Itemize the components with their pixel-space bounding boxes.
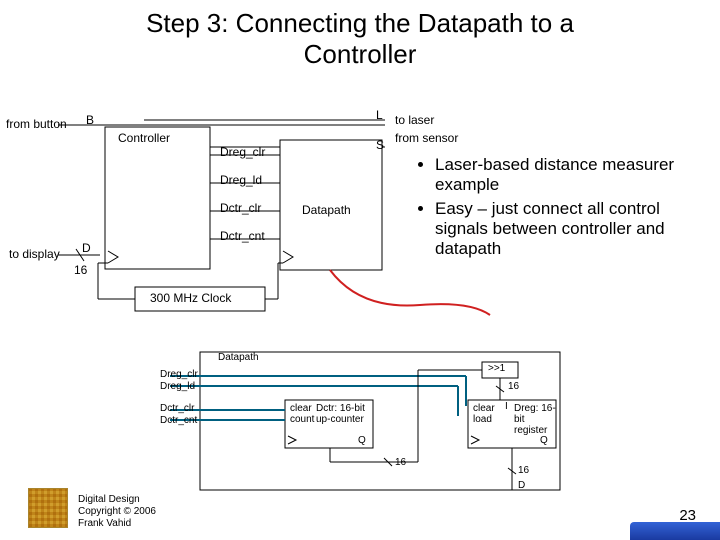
- label-datapath-bottom: Datapath: [218, 352, 259, 363]
- label-b-dreg-clr: Dreg_clr: [160, 369, 198, 380]
- label-dreg-ld: Dreg_ld: [220, 173, 262, 187]
- label-dreg-box: Dreg: 16-bit register: [514, 403, 558, 436]
- label-bus16-shifter: 16: [508, 381, 519, 392]
- credit-l1: Digital Design: [78, 494, 140, 505]
- footer-credit: Digital Design Copyright © 2006 Frank Va…: [78, 494, 156, 530]
- diagram-stage: from button B Controller Datapath Dreg_c…: [0, 105, 720, 540]
- label-to-laser: to laser: [395, 113, 434, 127]
- bullet-1: Laser-based distance measurer example: [435, 155, 705, 195]
- label-dctr-clr: Dctr_clr: [220, 201, 261, 215]
- label-bus16-top: 16: [74, 263, 87, 277]
- label-b-dreg-ld: Dreg_ld: [160, 381, 195, 392]
- decoration-bar: [630, 522, 720, 540]
- label-b-dctr-cnt: Dctr_cnt: [160, 415, 197, 426]
- label-bus16-mid: 16: [395, 457, 406, 468]
- label-b-dctr-clr: Dctr_clr: [160, 403, 194, 414]
- title-line1: Step 3: Connecting the Datapath to a: [146, 8, 574, 38]
- label-dreg-clr: Dreg_clr: [220, 145, 265, 159]
- bullet-list: Laser-based distance measurer example Ea…: [395, 155, 705, 263]
- label-shift: >>1: [488, 363, 505, 374]
- label-from-button: from button: [6, 117, 67, 131]
- label-bus16-out: 16: [518, 465, 529, 476]
- label-Q-dctr: Q: [358, 435, 366, 446]
- page-number: 23: [679, 507, 696, 524]
- label-D: D: [82, 241, 91, 255]
- label-datapath-top: Datapath: [302, 203, 351, 217]
- label-load-dreg: load: [473, 414, 492, 425]
- bullet-2: Easy – just connect all control signals …: [435, 199, 705, 259]
- label-L: L: [376, 108, 383, 122]
- label-from-sensor: from sensor: [395, 131, 458, 145]
- bottom-diagram: [0, 340, 720, 520]
- label-to-display: to display: [9, 247, 60, 261]
- label-D-out: D: [518, 480, 525, 491]
- label-Q-dreg: Q: [540, 435, 548, 446]
- label-B: B: [86, 113, 94, 127]
- label-clear-dreg: clear: [473, 403, 495, 414]
- credit-l2: Copyright © 2006: [78, 506, 156, 517]
- label-count-dctr: count: [290, 414, 314, 425]
- label-S: S: [376, 138, 384, 152]
- label-dctr-box: Dctr: 16-bit up-counter: [316, 403, 372, 425]
- label-dctr-cnt: Dctr_cnt: [220, 229, 265, 243]
- label-clear-dctr: clear: [290, 403, 312, 414]
- title-line2: Controller: [304, 39, 417, 69]
- credit-l3: Frank Vahid: [78, 518, 131, 529]
- label-controller: Controller: [118, 131, 170, 145]
- logo-icon: [28, 488, 68, 528]
- label-I: I: [505, 401, 508, 412]
- label-clock: 300 MHz Clock: [150, 291, 231, 305]
